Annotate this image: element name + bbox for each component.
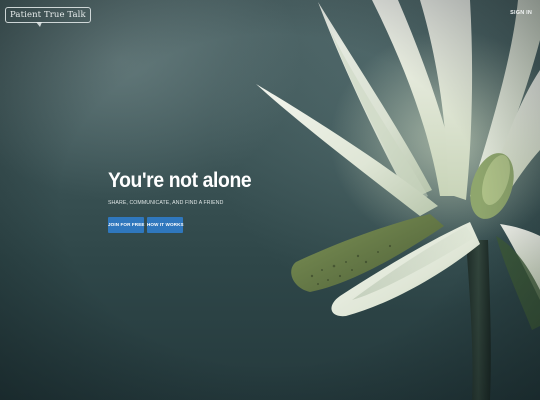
join-for-free-button[interactable]: JOIN FOR FREE	[108, 217, 144, 233]
logo-text: Patient True Talk	[10, 10, 86, 20]
hero-subline: SHARE, COMMUNICATE, AND FIND A FRIEND	[108, 200, 224, 206]
speech-bubble-tail	[36, 22, 42, 27]
lotus-flower-image	[256, 0, 540, 400]
site-logo[interactable]: Patient True Talk	[5, 6, 91, 27]
how-it-works-button[interactable]: HOW IT WORKS	[147, 217, 184, 233]
hero-buttons: JOIN FOR FREE HOW IT WORKS	[108, 217, 264, 233]
hero-section: Patient True Talk SIGN IN You're not alo…	[0, 0, 540, 400]
hero-headline: You're not alone	[108, 169, 252, 192]
logo-speech-bubble-icon: Patient True Talk	[5, 7, 91, 27]
hero-content: You're not alone SHARE, COMMUNICATE, AND…	[108, 169, 264, 233]
sign-in-link[interactable]: SIGN IN	[510, 10, 532, 16]
